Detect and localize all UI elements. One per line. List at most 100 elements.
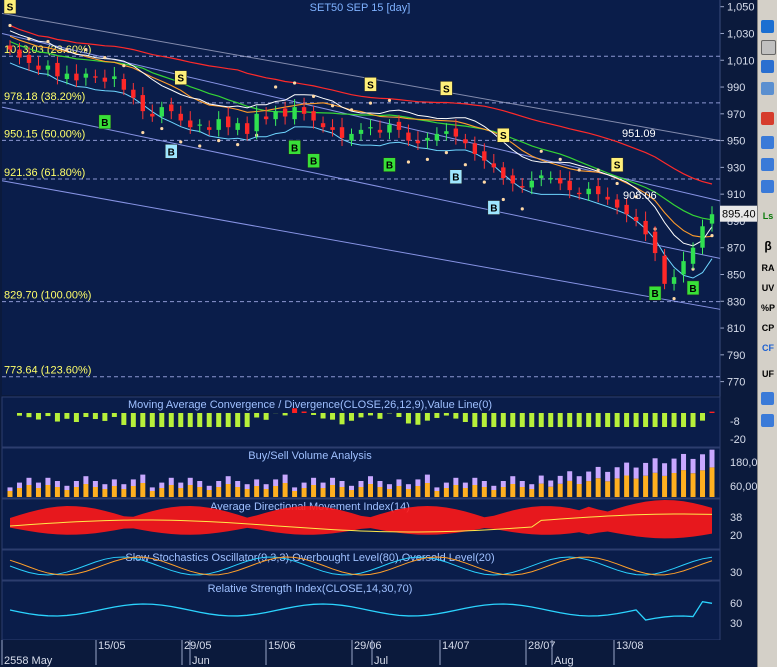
volume-bar-sell xyxy=(633,467,639,479)
macd-bar xyxy=(311,413,317,415)
macd-bar xyxy=(633,413,639,427)
volume-bar-buy xyxy=(643,475,649,497)
delete-icon[interactable] xyxy=(761,112,774,125)
candle-body xyxy=(368,127,373,129)
annotation-908: 908.06 xyxy=(623,190,657,202)
volume-bar-buy xyxy=(453,485,459,497)
candle-body xyxy=(330,127,335,130)
chart-canvas: 1,0501,0301,0109909709509309108908708508… xyxy=(0,0,757,667)
signal-marker-letter: S xyxy=(614,161,621,172)
volume-bar-sell xyxy=(159,482,165,488)
x-tick-label: 29/06 xyxy=(354,640,382,652)
volume-bar-sell xyxy=(168,477,174,485)
x-tick-label: 13/08 xyxy=(616,640,644,652)
signal-marker-letter: B xyxy=(689,284,696,295)
macd-bar xyxy=(424,413,430,421)
candle-body xyxy=(178,113,183,121)
candle-body xyxy=(83,73,89,78)
x-tick-label: 15/05 xyxy=(98,640,126,652)
volume-bar-buy xyxy=(519,487,525,497)
volume-bar-sell xyxy=(16,482,22,488)
macd-bar xyxy=(45,413,51,417)
tool-cf[interactable]: CF xyxy=(759,340,777,356)
volume-bar-sell xyxy=(73,481,79,487)
volume-bar-buy xyxy=(311,485,317,497)
magnify-icon[interactable] xyxy=(761,136,774,149)
candle-body xyxy=(529,180,534,188)
signal-marker-letter: S xyxy=(7,3,14,14)
macd-bar xyxy=(624,413,630,427)
macd-bar xyxy=(396,413,402,418)
scroll-up-icon[interactable] xyxy=(761,392,774,405)
volume-bar-sell xyxy=(54,481,60,487)
candle-body xyxy=(159,107,164,117)
sar-dot xyxy=(501,197,505,202)
volume-bar-buy xyxy=(690,473,696,497)
candle-body xyxy=(548,178,553,180)
volume-bar-buy xyxy=(500,487,506,497)
globe-icon[interactable] xyxy=(761,60,774,73)
zoom-icon[interactable] xyxy=(761,20,774,33)
volume-bar-sell xyxy=(434,487,440,491)
pencil-icon[interactable] xyxy=(761,40,776,55)
volume-bar-sell xyxy=(567,471,573,481)
candle-body xyxy=(140,95,146,112)
volume-bar-sell xyxy=(263,484,269,489)
volume-bar-buy xyxy=(330,485,336,497)
volume-bar-sell xyxy=(358,481,364,487)
macd-bar xyxy=(187,413,193,427)
macd-bar xyxy=(35,413,41,420)
tool-uv[interactable]: UV xyxy=(759,280,777,296)
volume-title: Buy/Sell Volume Analysis xyxy=(248,450,372,462)
tool-ra[interactable]: RA xyxy=(759,260,777,276)
volume-bar-sell xyxy=(462,482,468,488)
candle-body xyxy=(595,186,601,195)
volume-bar-buy xyxy=(443,488,449,497)
volume-bar-buy xyxy=(510,484,516,497)
scroll-down-icon[interactable] xyxy=(761,414,774,427)
signal-marker-letter: B xyxy=(291,143,298,154)
volume-bar-sell xyxy=(178,482,184,488)
macd-bar xyxy=(339,413,345,425)
main-title: SET50 SEP 15 [day] xyxy=(310,2,411,14)
zoom-out-icon[interactable] xyxy=(761,180,774,193)
candle-body xyxy=(311,111,316,121)
tool-percent-p[interactable]: %P xyxy=(759,300,777,316)
volume-bar-buy xyxy=(26,485,32,497)
candle-body xyxy=(444,131,449,134)
volume-bar-sell xyxy=(311,477,317,485)
candle-body xyxy=(567,180,572,191)
signal-marker-letter: B xyxy=(452,173,459,184)
volume-bar-buy xyxy=(662,475,668,497)
volume-bar-sell xyxy=(149,487,155,491)
rsi-y-label: 60 xyxy=(730,598,742,610)
candle-body xyxy=(301,107,307,114)
zoom-in-icon[interactable] xyxy=(761,158,774,171)
macd-bar xyxy=(643,413,649,427)
volume-bar-buy xyxy=(45,485,51,497)
volume-bar-sell xyxy=(510,476,516,484)
macd-bar xyxy=(681,413,687,427)
volume-bar-buy xyxy=(292,491,298,497)
volume-bar-sell xyxy=(225,476,231,484)
sar-dot xyxy=(236,143,240,147)
y-tick-label: 950 xyxy=(727,136,745,148)
fib-label: 950.15 (50.00%) xyxy=(4,128,85,140)
volume-bar-sell xyxy=(662,463,668,476)
candle-body xyxy=(292,107,297,120)
macd-bar xyxy=(159,413,165,427)
volume-bar-sell xyxy=(235,481,241,487)
tool-ls[interactable]: Ls xyxy=(759,208,777,224)
volume-bar-buy xyxy=(491,490,497,497)
sar-dot xyxy=(179,140,183,144)
y-tick-label: 1,030 xyxy=(727,28,755,40)
candle-body xyxy=(586,188,591,195)
sar-dot xyxy=(444,151,448,155)
y-tick-label: 830 xyxy=(727,296,745,308)
macd-bar xyxy=(548,413,554,427)
tool-beta[interactable]: β xyxy=(759,238,777,254)
candle-body xyxy=(501,167,506,179)
tool-uf[interactable]: UF xyxy=(759,366,777,382)
tool-cp[interactable]: CP xyxy=(759,320,777,336)
grid-icon[interactable] xyxy=(761,82,774,95)
